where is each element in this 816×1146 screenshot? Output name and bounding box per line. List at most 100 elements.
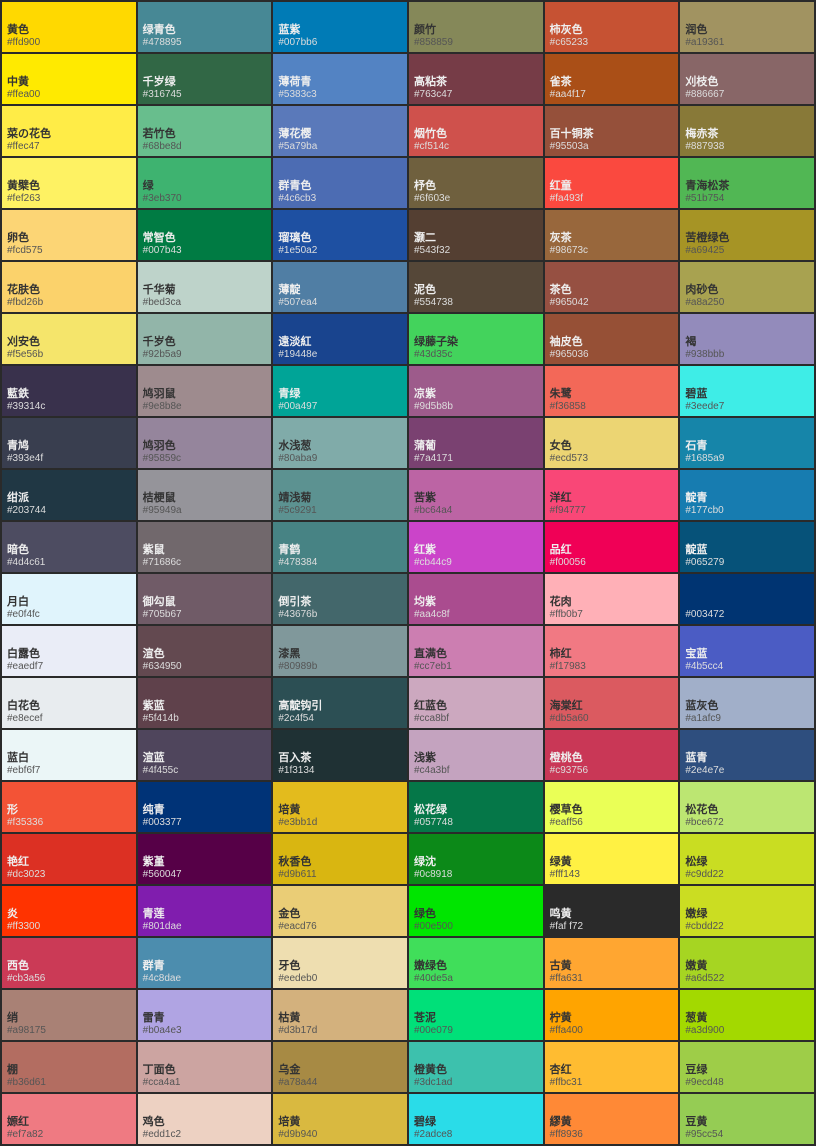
- color-hex: #dc3023: [7, 869, 131, 880]
- color-cell: 靛蓝 #065279: [680, 522, 814, 572]
- color-name: 绿青色: [143, 23, 267, 37]
- color-name: 千岁绿: [143, 75, 267, 89]
- color-hex: #4d4c61: [7, 557, 131, 568]
- color-cell: 若竹色 #68be8d: [138, 106, 272, 156]
- color-name: 古黄: [550, 959, 674, 973]
- color-cell: 青鹤 #478384: [273, 522, 407, 572]
- color-cell: 靛青 #177cb0: [680, 470, 814, 520]
- color-hex: #ffea00: [7, 89, 131, 100]
- color-hex: #00e079: [414, 1025, 538, 1036]
- color-name: 高粘茶: [414, 75, 538, 89]
- color-name: 渲蓝: [143, 751, 267, 765]
- color-name: 橙黄色: [414, 1063, 538, 1077]
- color-hex: #92b5a9: [143, 349, 267, 360]
- color-hex: #a19361: [685, 37, 809, 48]
- color-cell: 泥色 #554738: [409, 262, 543, 312]
- color-name: 纯青: [143, 803, 267, 817]
- color-name: 红紫: [414, 543, 538, 557]
- color-cell: 薄花樱 #5a79ba: [273, 106, 407, 156]
- color-name: 渲色: [143, 647, 267, 661]
- color-cell: 藍鉄 #39314c: [2, 366, 136, 416]
- color-hex: #95503a: [550, 141, 674, 152]
- color-cell: 丁面色 #cca4a1: [138, 1042, 272, 1092]
- color-cell: 紫堇 #560047: [138, 834, 272, 884]
- color-name: 靛青: [685, 491, 809, 505]
- color-name: 花肉: [550, 595, 674, 609]
- color-cell: 瑠璃色 #1e50a2: [273, 210, 407, 260]
- color-hex: #0c8918: [414, 869, 538, 880]
- color-name: 灏二: [414, 231, 538, 245]
- color-hex: #80aba9: [278, 453, 402, 464]
- color-cell: 灏二 #543f32: [409, 210, 543, 260]
- color-cell: 培黄 #e3bb1d: [273, 782, 407, 832]
- color-hex: #4b5cc4: [685, 661, 809, 672]
- color-hex: #858859: [414, 37, 538, 48]
- color-name: 牙色: [278, 959, 402, 973]
- color-cell: 暗色 #4d4c61: [2, 522, 136, 572]
- color-name: 樱草色: [550, 803, 674, 817]
- color-name: 群青: [143, 959, 267, 973]
- color-cell: 中黄 #ffea00: [2, 54, 136, 104]
- color-cell: 培黄 #d9b940: [273, 1094, 407, 1144]
- color-hex: #a69425: [685, 245, 809, 256]
- color-hex: #965042: [550, 297, 674, 308]
- color-hex: #fcd575: [7, 245, 131, 256]
- color-cell: 女色 #ecd573: [545, 418, 679, 468]
- color-name: 洋红: [550, 491, 674, 505]
- color-cell: 百十铜茶 #95503a: [545, 106, 679, 156]
- color-cell: 松花色 #bce672: [680, 782, 814, 832]
- color-name: 柠黄: [550, 1011, 674, 1025]
- color-cell: 青绿 #00a497: [273, 366, 407, 416]
- color-hex: #ecd573: [550, 453, 674, 464]
- color-cell: 均紫 #aa4c8f: [409, 574, 543, 624]
- color-cell: 雀茶 #aa4f17: [545, 54, 679, 104]
- color-hex: #95949a: [143, 505, 267, 516]
- color-cell: 青莲 #801dae: [138, 886, 272, 936]
- color-cell: 绡 #a98175: [2, 990, 136, 1040]
- color-hex: #cbdd22: [685, 921, 809, 932]
- color-hex: #d9b611: [278, 869, 402, 880]
- color-cell: 绀派 #203744: [2, 470, 136, 520]
- color-hex: #b0a4e3: [143, 1025, 267, 1036]
- color-name: 朱鹭: [550, 387, 674, 401]
- color-name: 泥色: [414, 283, 538, 297]
- color-name: 嫄红: [7, 1115, 131, 1129]
- color-cell: 倒引茶 #43676b: [273, 574, 407, 624]
- color-name: 葱黄: [685, 1011, 809, 1025]
- color-name: 石青: [685, 439, 809, 453]
- color-hex: #51b754: [685, 193, 809, 204]
- color-hex: #2e4e7e: [685, 765, 809, 776]
- color-hex: #478384: [278, 557, 402, 568]
- color-name: 杼色: [414, 179, 538, 193]
- color-hex: #1685a9: [685, 453, 809, 464]
- color-cell: 柿红 #f17983: [545, 626, 679, 676]
- color-cell: 绿色 #00e500: [409, 886, 543, 936]
- color-name: 红蓝色: [414, 699, 538, 713]
- color-hex: #71686c: [143, 557, 267, 568]
- color-hex: #cb3a56: [7, 973, 131, 984]
- color-name: 碧绿: [414, 1115, 538, 1129]
- color-hex: #2c4f54: [278, 713, 402, 724]
- color-name: 漆黑: [278, 647, 402, 661]
- color-hex: #f94777: [550, 505, 674, 516]
- color-name: 水浅葱: [278, 439, 402, 453]
- color-name: 百入茶: [278, 751, 402, 765]
- color-name: 绿色: [414, 907, 538, 921]
- color-hex: #bed3ca: [143, 297, 267, 308]
- color-cell: 月白 #e0f4fc: [2, 574, 136, 624]
- color-cell: 群青色 #4c6cb3: [273, 158, 407, 208]
- color-hex: #9d5b8b: [414, 401, 538, 412]
- color-cell: 直满色 #cc7eb1: [409, 626, 543, 676]
- color-name: 藍鉄: [7, 387, 131, 401]
- color-cell: 颜竹 #858859: [409, 2, 543, 52]
- color-name: 豆黄: [685, 1115, 809, 1129]
- color-hex: #80989b: [278, 661, 402, 672]
- color-hex: #edd1c2: [143, 1129, 267, 1140]
- color-name: 均紫: [414, 595, 538, 609]
- color-hex: #003472: [685, 609, 809, 620]
- color-name: 宝蓝: [685, 647, 809, 661]
- color-name: 金色: [278, 907, 402, 921]
- color-hex: #cc7eb1: [414, 661, 538, 672]
- color-hex: #aa4f17: [550, 89, 674, 100]
- color-hex: #763c47: [414, 89, 538, 100]
